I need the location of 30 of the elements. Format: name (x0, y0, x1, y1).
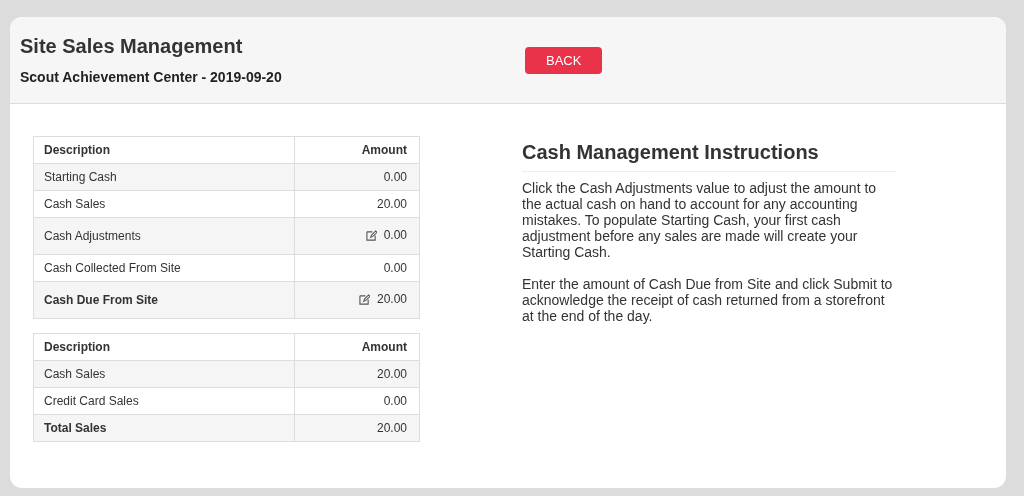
table-cell: 20.00 (294, 190, 420, 218)
table-cell: 20.00 (294, 414, 420, 442)
column-header: Description (33, 136, 295, 164)
site-subtitle: Scout Achievement Center - 2019-09-20 (20, 69, 283, 85)
table-cell: Credit Card Sales (33, 387, 295, 415)
column-header: Amount (294, 136, 420, 164)
table-cell[interactable]: 20.00 (294, 281, 420, 319)
table-cell: 0.00 (294, 254, 420, 282)
table-cell: 0.00 (294, 387, 420, 415)
table-cell: Starting Cash (33, 163, 295, 191)
amount-value[interactable]: 0.00 (383, 228, 407, 243)
instructions-paragraph: Click the Cash Adjustments value to adjust the amount to the actual cash on hand to account for any accounting mistakes. To populate Starting Cash, your first cash adjustment before any sales are made will create your Starting Cash. (522, 180, 878, 260)
column-header: Description (33, 333, 295, 361)
back-button[interactable]: BACK (525, 47, 603, 74)
table-cell: Cash Due From Site (33, 281, 295, 319)
table-cell: 0.00 (294, 163, 420, 191)
instructions-paragraph: Enter the amount of Cash Due from Site and click Submit to acknowledge the receipt of cash returned from a storefront at the end of the day. (522, 276, 894, 324)
table-cell: Cash Sales (33, 190, 295, 218)
table-cell: Cash Sales (33, 360, 295, 388)
edit-icon[interactable] (365, 229, 377, 241)
table-cell: Cash Adjustments (33, 217, 295, 255)
column-header: Amount (294, 333, 420, 361)
instructions-title: Cash Management Instructions (522, 141, 896, 172)
page-title: Site Sales Management (20, 35, 244, 58)
amount-value[interactable]: 20.00 (376, 292, 407, 307)
table-cell[interactable]: 0.00 (294, 217, 420, 255)
table-cell: Total Sales (33, 414, 295, 442)
table-cell: 20.00 (294, 360, 420, 388)
table-cell: Cash Collected From Site (33, 254, 295, 282)
edit-icon[interactable] (358, 293, 370, 305)
